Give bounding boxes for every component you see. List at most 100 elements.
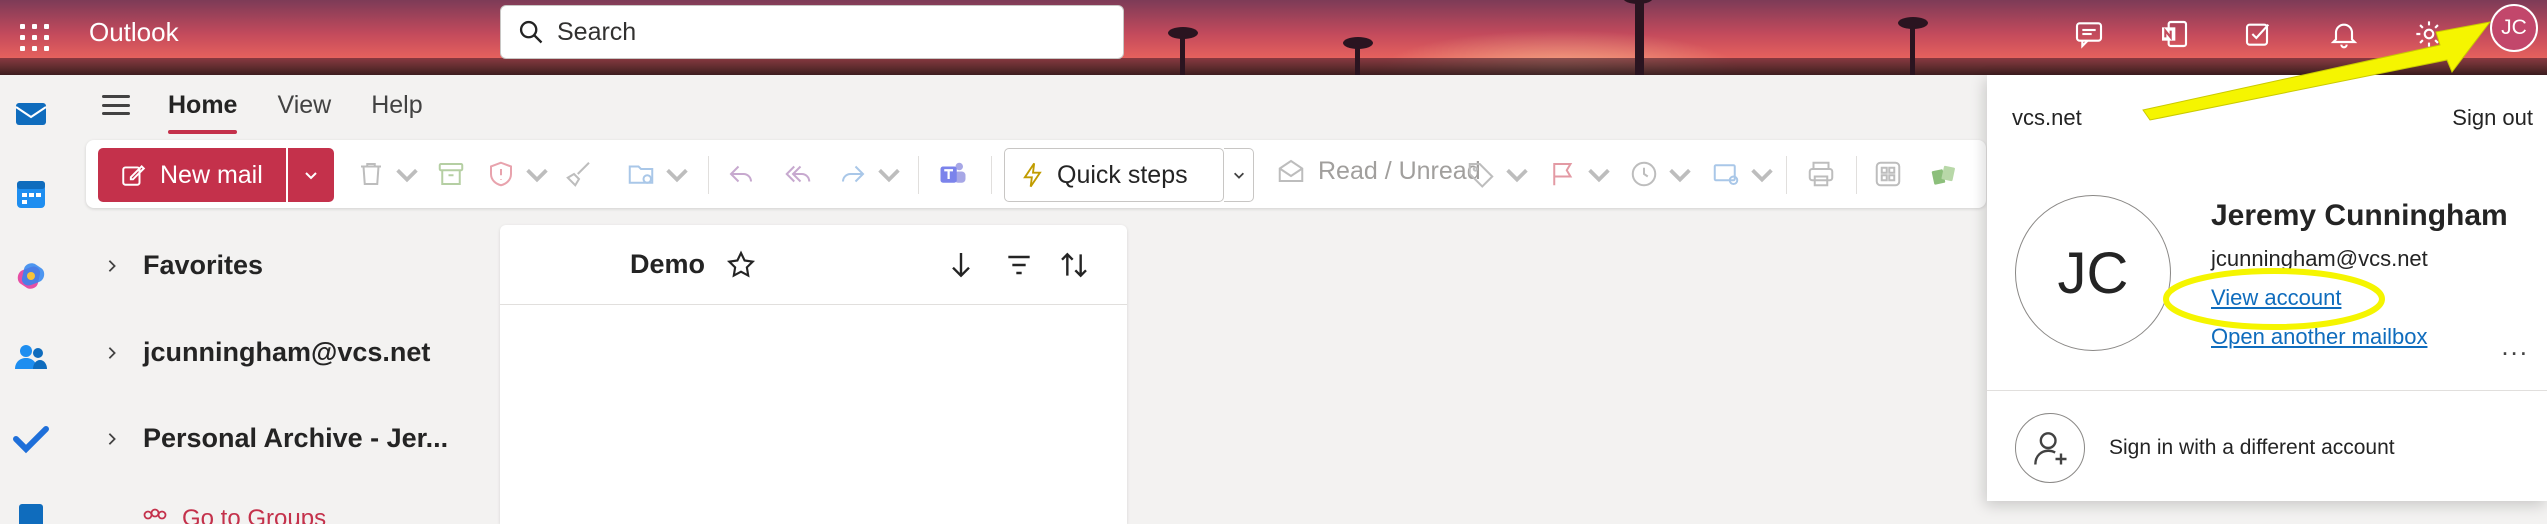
sort-icon[interactable] [1058, 249, 1090, 281]
sweep-button[interactable] [564, 154, 594, 194]
teams-share-button[interactable] [938, 154, 968, 194]
archive-icon [438, 163, 464, 185]
new-mail-dropdown[interactable] [288, 148, 334, 202]
app-launcher-icon[interactable] [14, 18, 49, 52]
filter-icon[interactable] [1003, 249, 1035, 281]
report-button[interactable] [486, 154, 552, 194]
chevron-right-icon [108, 346, 116, 359]
quick-steps-label: Quick steps [1057, 160, 1188, 189]
open-another-mailbox-link[interactable]: Open another mailbox [2211, 324, 2427, 350]
app-rail [0, 75, 62, 524]
compose-icon [122, 164, 146, 186]
settings-icon[interactable] [2410, 15, 2448, 53]
message-list-title: Demo [630, 249, 706, 279]
sign-out-button[interactable]: Sign out [2452, 105, 2533, 131]
add-person-icon [2015, 413, 2085, 483]
files-app-icon[interactable] [13, 500, 49, 524]
chevron-down-icon [305, 172, 317, 180]
snooze-button[interactable] [1629, 154, 1695, 194]
header-horizon [0, 58, 2547, 75]
chevron-right-icon [108, 432, 116, 445]
printer-icon [1808, 161, 1834, 187]
bell-icon[interactable] [2325, 15, 2363, 53]
folder-label: Favorites [143, 250, 264, 280]
tasks-icon[interactable] [2240, 15, 2278, 53]
todo-app-icon[interactable] [13, 421, 49, 457]
chevron-down-icon [1669, 168, 1691, 183]
add-in-button[interactable] [1929, 154, 1959, 194]
sign-in-different-label: Sign in with a different account [2109, 436, 2395, 459]
people-app-icon[interactable] [13, 339, 49, 375]
folder-personal-archive[interactable]: Personal Archive - Jer... [105, 423, 448, 454]
categorize-button[interactable] [1466, 154, 1532, 194]
account-email: jcunningham@vcs.net [2211, 246, 2428, 271]
print-button[interactable] [1806, 154, 1836, 194]
star-icon[interactable] [725, 249, 757, 281]
forward-button[interactable] [838, 154, 904, 194]
chevron-down-icon [878, 168, 900, 183]
shield-icon [490, 161, 512, 187]
chevron-down-icon [666, 168, 688, 183]
toolbar-separator [1856, 156, 1857, 194]
folder-mailbox[interactable]: jcunningham@vcs.net [105, 337, 430, 368]
forward-icon [842, 165, 865, 183]
onenote-icon[interactable] [2155, 15, 2193, 53]
chevron-right-icon [108, 259, 116, 272]
toolbar-separator [918, 156, 919, 194]
account-domain: vcs.net [2012, 105, 2082, 130]
account-flyout: vcs.net Sign out JC Jeremy Cunningham jc… [1987, 75, 2547, 501]
archive-button[interactable] [436, 154, 466, 194]
header-palm-tree [1898, 17, 1928, 75]
apps-button[interactable] [1873, 154, 1903, 194]
chat-icon[interactable] [2070, 15, 2108, 53]
envelope-open-icon [1278, 159, 1304, 182]
jump-to-icon[interactable] [945, 249, 977, 281]
folder-favorites[interactable]: Favorites [105, 250, 263, 281]
message-list-header: Demo [500, 225, 1127, 305]
flag-button[interactable] [1548, 154, 1614, 194]
more-options-button[interactable]: ... [2501, 331, 2529, 362]
read-unread-button[interactable]: Read / Unread [1276, 156, 1481, 186]
tab-help[interactable]: Help [371, 83, 422, 128]
reply-all-button[interactable] [783, 154, 813, 194]
quick-steps-button[interactable]: Quick steps [1004, 148, 1224, 202]
tab-view[interactable]: View [277, 83, 331, 128]
groups-icon [143, 508, 167, 520]
flyout-divider [1987, 390, 2547, 391]
delete-button[interactable] [356, 154, 422, 194]
new-mail-button[interactable]: New mail [98, 148, 286, 202]
lightning-icon [1023, 162, 1042, 188]
flag-icon [1553, 163, 1573, 186]
teams-icon [940, 162, 966, 183]
search-input[interactable] [557, 17, 1117, 47]
app-title[interactable]: Outlook [89, 17, 179, 48]
search-box[interactable] [500, 5, 1124, 59]
chevron-down-icon [1588, 168, 1610, 183]
ribbon-toolbar: New mail Quick steps Read / Unread [86, 140, 1986, 208]
broom-icon [566, 162, 590, 187]
chevron-down-icon [1233, 172, 1244, 179]
go-to-groups-link[interactable]: Go to Groups [140, 505, 326, 524]
hamburger-menu-icon[interactable] [100, 89, 132, 121]
reply-button[interactable] [726, 154, 756, 194]
sign-in-different-account-button[interactable]: Sign in with a different account [2015, 413, 2395, 483]
quick-steps-dropdown[interactable] [1224, 148, 1254, 202]
move-to-button[interactable] [626, 154, 692, 194]
view-account-link[interactable]: View account [2211, 285, 2341, 311]
account-avatar-button[interactable]: JC [2490, 4, 2538, 52]
message-list: Demo [500, 225, 1127, 524]
app-header: Outlook JC [0, 0, 2547, 75]
chevron-down-icon [526, 168, 548, 183]
toolbar-separator [991, 156, 992, 194]
tab-home[interactable]: Home [168, 83, 238, 134]
chevron-down-icon [1751, 168, 1773, 183]
chevron-down-icon [396, 168, 418, 183]
copilot-app-icon[interactable] [13, 258, 49, 294]
mail-app-icon[interactable] [13, 95, 49, 131]
read-unread-label: Read / Unread [1318, 156, 1481, 185]
clock-icon [1631, 161, 1657, 187]
calendar-app-icon[interactable] [13, 176, 49, 212]
rules-button[interactable] [1711, 154, 1777, 194]
rules-icon [1713, 164, 1739, 185]
reply-icon [729, 165, 752, 183]
